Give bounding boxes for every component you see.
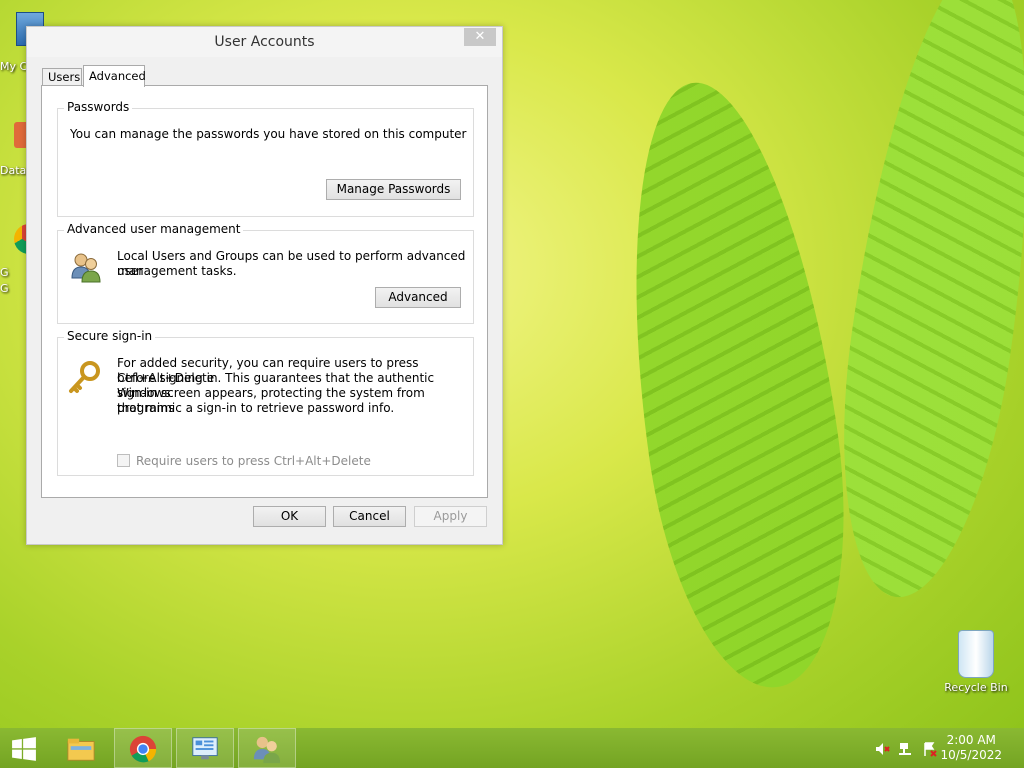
taskbar: 2:00 AM 10/5/2022 — [0, 728, 1024, 768]
tab-panel-advanced: Passwords You can manage the passwords y… — [41, 85, 488, 498]
key-icon — [69, 361, 100, 393]
network-icon[interactable] — [898, 741, 914, 757]
secure-signin-legend: Secure sign-in — [64, 329, 156, 343]
require-ctrl-alt-delete-row: Require users to press Ctrl+Alt+Delete — [117, 454, 371, 468]
passwords-group: Passwords You can manage the passwords y… — [57, 100, 474, 217]
system-tray — [872, 728, 942, 768]
close-button[interactable]: ✕ — [464, 28, 496, 46]
desktop-icon-label: G — [0, 282, 9, 295]
file-explorer-icon — [67, 738, 95, 761]
tab-advanced[interactable]: Advanced — [83, 65, 146, 87]
advanced-user-management-group: Advanced user management Local Users and… — [57, 222, 474, 324]
secure-signin-group: Secure sign-in For added security, you c… — [57, 329, 474, 476]
taskbar-chrome[interactable] — [114, 728, 172, 768]
recycle-bin-label: Recycle Bin — [944, 681, 1008, 694]
passwords-description: You can manage the passwords you have st… — [70, 127, 467, 141]
title-bar[interactable]: User Accounts ✕ — [27, 27, 502, 57]
clock[interactable]: 2:00 AM 10/5/2022 — [940, 733, 1002, 763]
clock-date: 10/5/2022 — [940, 748, 1002, 762]
user-accounts-icon — [253, 736, 281, 764]
manage-passwords-button[interactable]: Manage Passwords — [326, 179, 461, 200]
clock-time: 2:00 AM — [946, 733, 996, 747]
require-ctrl-alt-delete-label: Require users to press Ctrl+Alt+Delete — [136, 454, 371, 468]
wallpaper-leaf — [816, 0, 1024, 609]
desktop-icon-recycle-bin[interactable]: Recycle Bin — [942, 630, 1010, 694]
secure-signin-line4: that mimic a sign-in to retrieve passwor… — [117, 401, 395, 415]
user-accounts-dialog: User Accounts ✕ Users Advanced Passwords… — [26, 26, 503, 545]
desktop-icon-label: Data — [0, 164, 27, 177]
users-group-icon — [71, 253, 101, 283]
advanced-description-line2: management tasks. — [117, 264, 237, 278]
passwords-legend: Passwords — [64, 100, 133, 114]
advanced-user-management-legend: Advanced user management — [64, 222, 244, 236]
ok-button[interactable]: OK — [253, 506, 326, 527]
cancel-button[interactable]: Cancel — [333, 506, 406, 527]
action-center-flag-icon[interactable] — [922, 741, 938, 757]
desktop-icon-label: G — [0, 266, 9, 279]
apply-button[interactable]: Apply — [414, 506, 487, 527]
tab-users[interactable]: Users — [42, 68, 82, 86]
desktop-icon-label: My C — [0, 60, 28, 73]
control-panel-icon — [192, 737, 218, 760]
taskbar-file-explorer[interactable] — [52, 728, 110, 768]
close-icon: ✕ — [474, 29, 486, 44]
windows-logo-icon — [12, 737, 36, 761]
chrome-icon — [129, 735, 157, 763]
start-button[interactable] — [0, 728, 48, 768]
require-ctrl-alt-delete-checkbox[interactable] — [117, 454, 130, 467]
volume-muted-icon[interactable] — [874, 741, 890, 757]
wallpaper-leaf — [598, 69, 872, 701]
recycle-bin-icon — [958, 630, 994, 678]
advanced-button[interactable]: Advanced — [375, 287, 461, 308]
taskbar-user-accounts[interactable] — [238, 728, 296, 768]
dialog-title: User Accounts — [214, 34, 315, 50]
taskbar-control-panel[interactable] — [176, 728, 234, 768]
